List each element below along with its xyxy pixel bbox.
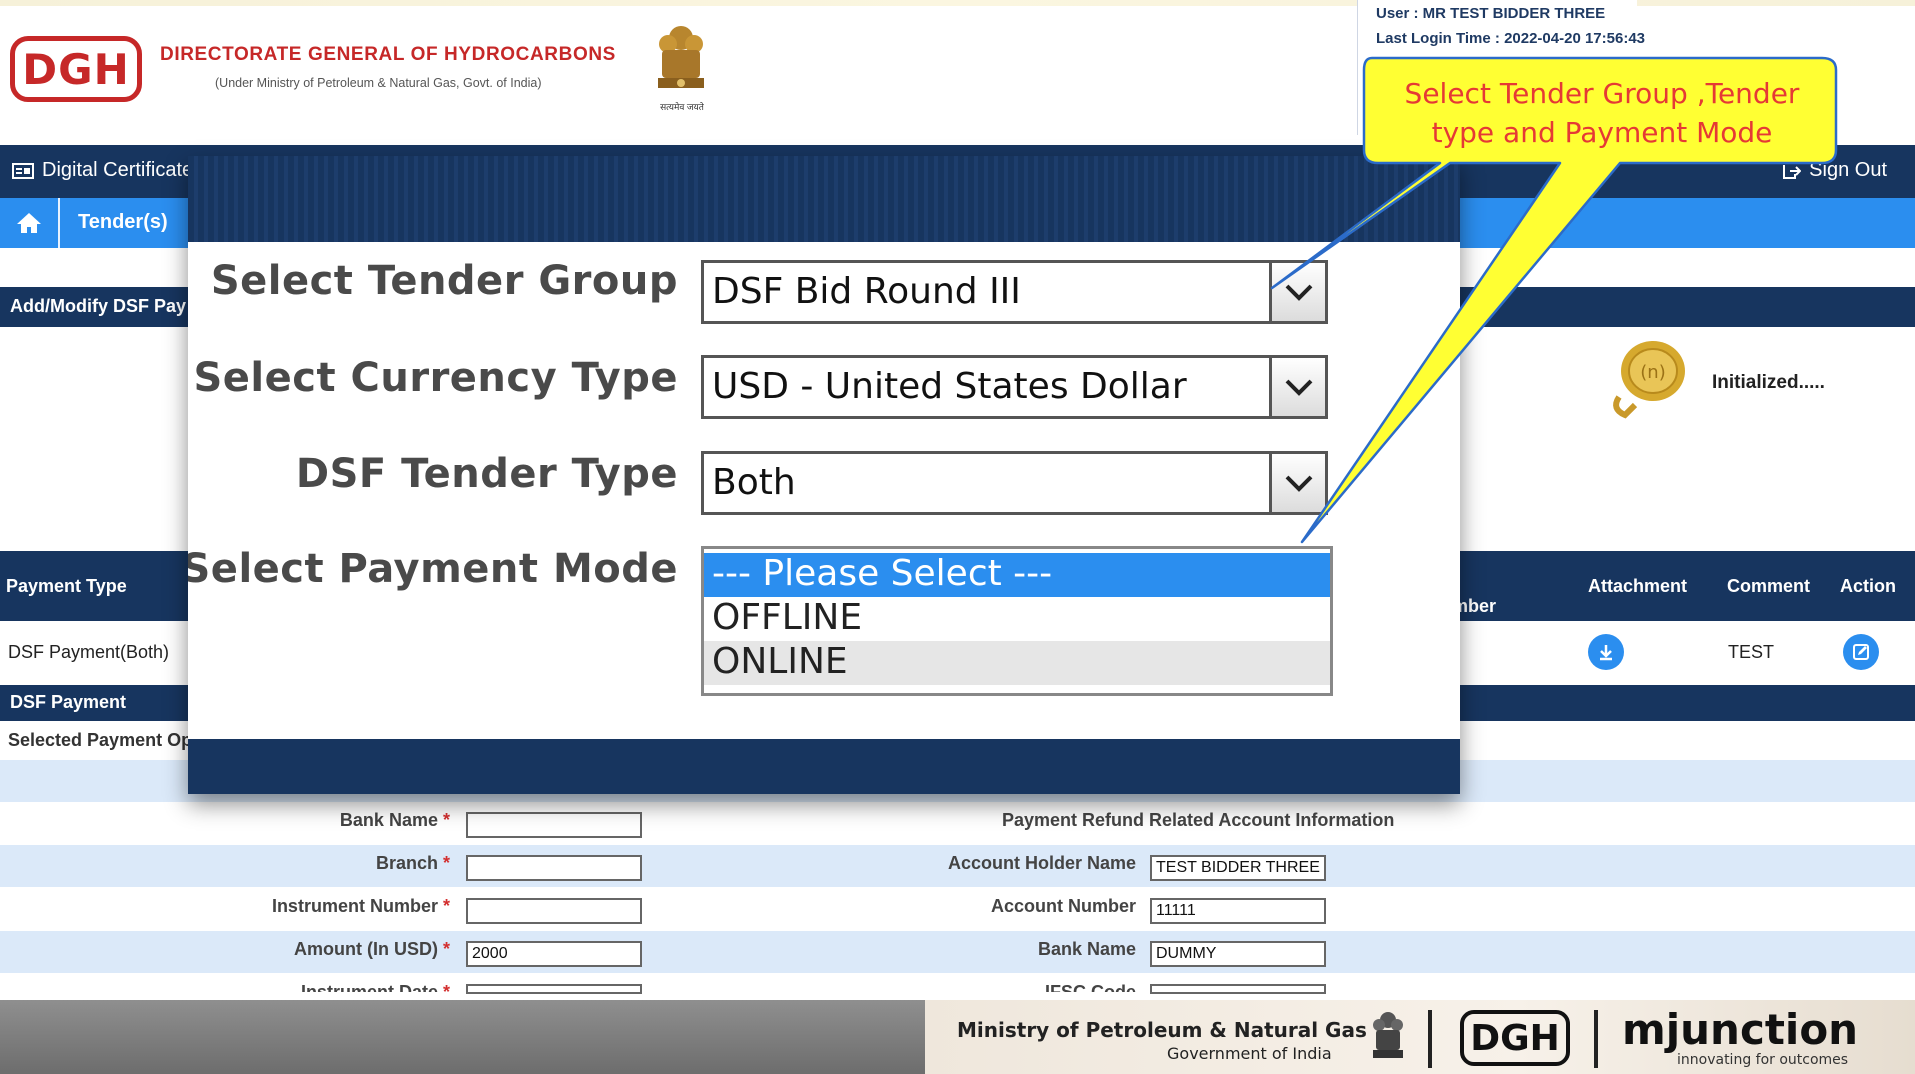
footer-left-panel xyxy=(0,1000,925,1074)
footer-divider xyxy=(1428,1010,1432,1068)
callout-text: Select Tender Group ,Tender type and Pay… xyxy=(1372,74,1832,152)
mjunction-tagline: innovating for outcomes xyxy=(1677,1052,1849,1068)
national-emblem-icon xyxy=(1373,1012,1403,1058)
footer-dgh-logo: DGH xyxy=(1460,1010,1570,1066)
ministry-name: Ministry of Petroleum & Natural Gas xyxy=(957,1018,1367,1042)
mjunction-logo: mjunction xyxy=(1622,1005,1859,1054)
government-of-india: Government of India xyxy=(1167,1044,1332,1063)
callout-bubble xyxy=(1270,56,1838,544)
callout-line-2: type and Payment Mode xyxy=(1431,116,1773,149)
callout-line-1: Select Tender Group ,Tender xyxy=(1404,77,1800,110)
footer-divider xyxy=(1594,1010,1598,1068)
